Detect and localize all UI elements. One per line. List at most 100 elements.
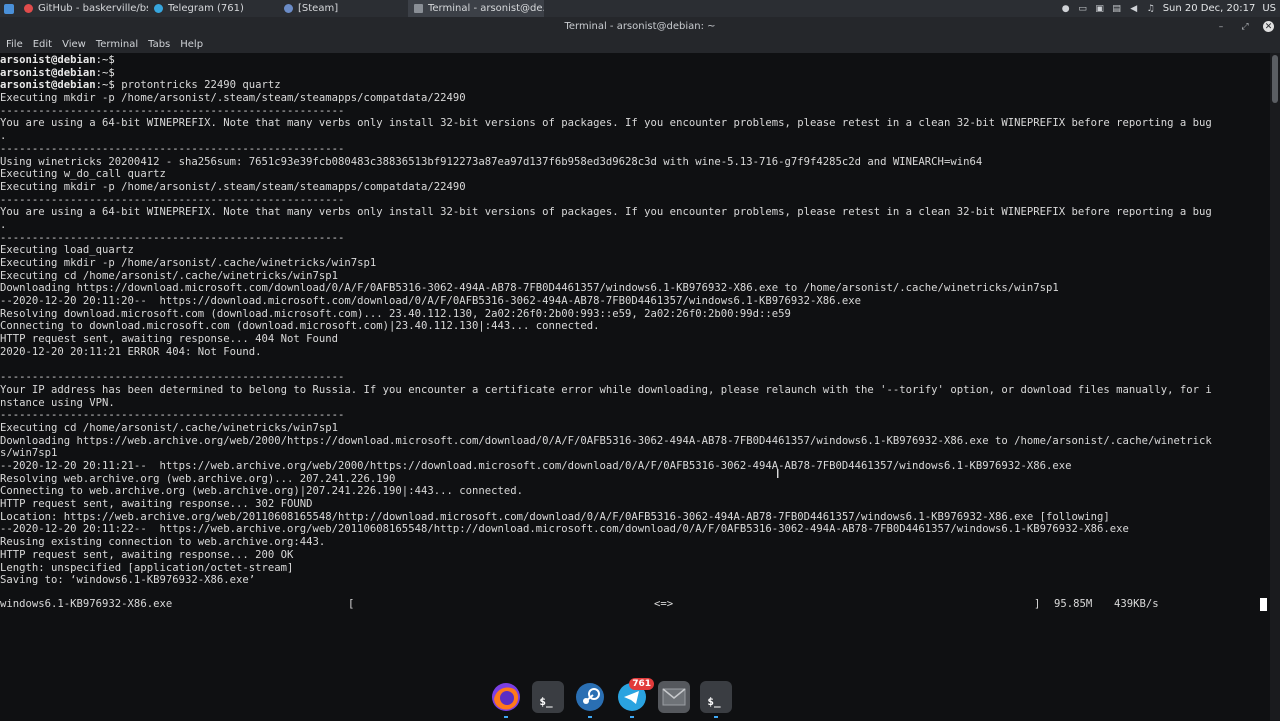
- menu-tabs[interactable]: Tabs: [148, 39, 176, 50]
- mail-icon: [662, 688, 686, 706]
- terminal-line: ----------------------------------------…: [0, 409, 345, 422]
- prompt-path: :~$: [95, 79, 115, 92]
- menu-edit[interactable]: Edit: [33, 39, 58, 50]
- steam-icon: [576, 683, 604, 711]
- telegram-unread-badge: 761: [629, 678, 654, 690]
- monitor-icon[interactable]: ▤: [1112, 4, 1122, 14]
- terminal-line: HTTP request sent, awaiting response... …: [0, 498, 313, 511]
- window-titlebar[interactable]: Terminal - arsonist@debian: ~ – ⤢ ✕: [0, 17, 1280, 36]
- terminal-icon: $_: [707, 694, 721, 708]
- terminal-line: Connecting to web.archive.org (web.archi…: [0, 485, 523, 498]
- window-title: Terminal - arsonist@debian: ~: [564, 21, 716, 32]
- github-icon: [24, 4, 33, 13]
- terminal-line: Connecting to download.microsoft.com (do…: [0, 320, 600, 333]
- taskbar-task-terminal[interactable]: Terminal - arsonist@de...: [408, 0, 544, 17]
- running-indicator: [630, 716, 634, 718]
- dock: $_ 761 $_: [490, 678, 750, 718]
- running-indicator: [714, 716, 718, 718]
- progress-rate: 439KB/s: [1114, 598, 1159, 610]
- terminal-line: Location: https://web.archive.org/web/20…: [0, 510, 1110, 523]
- terminal-line: Downloading https://download.microsoft.c…: [0, 282, 1059, 295]
- terminal-line: s/win7sp1: [0, 447, 58, 460]
- command-text: protontricks 22490 quartz: [114, 79, 281, 92]
- terminal-line: ----------------------------------------…: [0, 231, 345, 244]
- dock-terminal-2[interactable]: $_: [700, 681, 732, 718]
- terminal-line: --2020-12-20 20:11:22-- https://web.arch…: [0, 523, 1129, 536]
- top-taskbar: GitHub - baskerville/bs... Telegram (761…: [0, 0, 1280, 17]
- progress-bar-open: [: [348, 598, 355, 610]
- menu-view[interactable]: View: [62, 39, 92, 50]
- terminal-scrollbar[interactable]: [1270, 53, 1280, 720]
- terminal-line: Your IP address has been determined to b…: [0, 383, 1212, 396]
- window-controls: – ⤢ ✕: [1215, 17, 1274, 36]
- progress-bar-close: ]: [1034, 598, 1041, 610]
- terminal-line: Resolving web.archive.org (web.archive.o…: [0, 472, 396, 485]
- telegram-icon: [154, 4, 163, 13]
- menu-terminal[interactable]: Terminal: [96, 39, 144, 50]
- dock-mail[interactable]: [658, 681, 690, 713]
- terminal-line: nstance using VPN.: [0, 396, 115, 409]
- apps-menu-icon: [4, 3, 14, 14]
- progress-filename: windows6.1-KB976932-X86.exe: [0, 598, 173, 610]
- terminal-line: ----------------------------------------…: [0, 104, 345, 117]
- mouse-ibeam-cursor-icon: I: [776, 467, 780, 481]
- keyboard-layout[interactable]: US: [1262, 3, 1276, 14]
- dock-firefox[interactable]: [490, 681, 522, 718]
- terminal-line: Executing cd /home/arsonist/.cache/winet…: [0, 421, 339, 434]
- minimize-icon[interactable]: –: [1215, 21, 1227, 33]
- menu-file[interactable]: File: [6, 39, 29, 50]
- prompt-user: arsonist@debian: [0, 79, 96, 92]
- taskbar-task-telegram[interactable]: Telegram (761): [148, 0, 278, 17]
- progress-size: 95.85M: [1054, 598, 1093, 610]
- terminal-line: HTTP request sent, awaiting response... …: [0, 548, 294, 561]
- terminal-line: Executing load_quartz: [0, 244, 134, 257]
- volume-icon[interactable]: ◀: [1129, 4, 1139, 14]
- terminal-line: arsonist@debian:~$: [0, 67, 1270, 80]
- taskbar-task-label: Terminal - arsonist@de...: [428, 3, 544, 14]
- running-indicator: [504, 716, 508, 718]
- dock-terminal[interactable]: $_: [532, 681, 564, 713]
- steam-icon: [284, 4, 293, 13]
- removable-drive-icon[interactable]: ▭: [1078, 4, 1088, 14]
- terminal-line: arsonist@debian:~$: [0, 54, 1270, 67]
- terminal-line: ----------------------------------------…: [0, 193, 345, 206]
- clock[interactable]: Sun 20 Dec, 20:17: [1163, 3, 1256, 14]
- close-icon[interactable]: ✕: [1263, 21, 1274, 32]
- terminal-line: Using winetricks 20200412 - sha256sum: 7…: [0, 155, 983, 168]
- progress-bar-indicator: <=>: [654, 598, 674, 610]
- terminal-line: Executing w_do_call quartz: [0, 168, 166, 181]
- terminal-line: Executing mkdir -p /home/arsonist/.steam…: [0, 180, 466, 193]
- scrollbar-thumb[interactable]: [1272, 55, 1278, 103]
- dock-steam[interactable]: [574, 681, 606, 718]
- download-progress: windows6.1-KB976932-X86.exe [ <=> ] 95.8…: [0, 598, 1270, 611]
- terminal-line: HTTP request sent, awaiting response... …: [0, 333, 339, 346]
- window-icon[interactable]: ▣: [1095, 4, 1105, 14]
- prompt-user: arsonist@debian: [0, 66, 96, 79]
- taskbar-task-label: [Steam]: [298, 3, 339, 14]
- terminal-line: Length: unspecified [application/octet-s…: [0, 561, 294, 574]
- menu-help[interactable]: Help: [180, 39, 209, 50]
- taskbar-task-steam[interactable]: [Steam]: [278, 0, 408, 17]
- steam-tray-icon[interactable]: ●: [1061, 4, 1071, 14]
- terminal-icon: $_: [539, 694, 553, 708]
- terminal-line: .: [0, 218, 7, 231]
- prompt-path: :~$: [95, 54, 115, 66]
- terminal-line: 2020-12-20 20:11:21 ERROR 404: Not Found…: [0, 345, 262, 358]
- firefox-icon: [492, 683, 520, 711]
- maximize-icon[interactable]: ⤢: [1239, 21, 1251, 33]
- terminal-cursor: [1260, 598, 1267, 611]
- notification-bell-icon[interactable]: ♫: [1146, 4, 1156, 14]
- terminal-output[interactable]: arsonist@debian:~$ arsonist@debian:~$ arso…: [0, 53, 1270, 721]
- dock-telegram[interactable]: 761: [616, 678, 654, 718]
- terminal-line: .: [0, 130, 7, 143]
- taskbar-task-github[interactable]: GitHub - baskerville/bs...: [18, 0, 148, 17]
- terminal-line: Saving to: ‘windows6.1-KB976932-X86.exe’: [0, 574, 256, 587]
- terminal-line: You are using a 64-bit WINEPREFIX. Note …: [0, 206, 1212, 219]
- terminal-icon: [414, 4, 423, 13]
- system-tray: ● ▭ ▣ ▤ ◀ ♫ Sun 20 Dec, 20:17 US: [1061, 3, 1280, 14]
- apps-menu-button[interactable]: [0, 0, 18, 17]
- terminal-line: --2020-12-20 20:11:20-- https://download…: [0, 295, 862, 308]
- taskbar-task-label: GitHub - baskerville/bs...: [38, 3, 148, 14]
- prompt-path: :~$: [95, 66, 115, 79]
- terminal-line: Executing mkdir -p /home/arsonist/.steam…: [0, 92, 466, 105]
